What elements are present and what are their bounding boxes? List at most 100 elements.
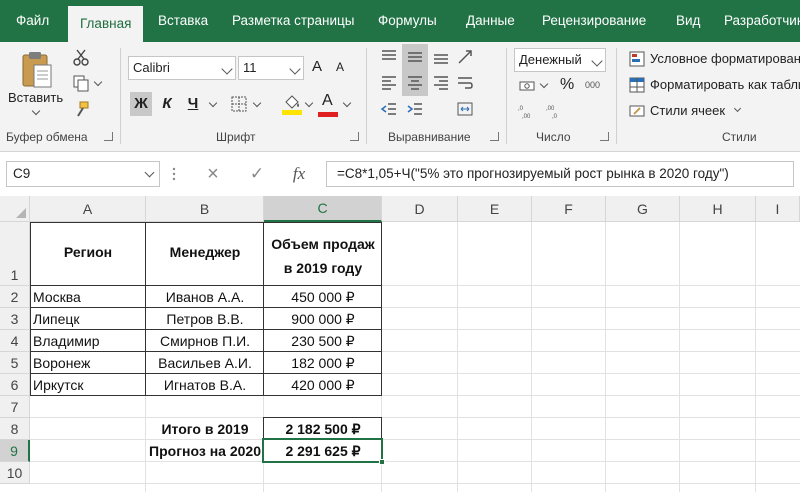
underline-dropdown-icon[interactable] bbox=[208, 98, 218, 108]
cut-icon[interactable] bbox=[72, 48, 90, 66]
formula-bar-grip-icon[interactable] bbox=[172, 166, 176, 182]
tab-data[interactable]: Данные bbox=[466, 0, 515, 42]
underline-button[interactable]: Ч bbox=[182, 92, 204, 116]
fill-color-dropdown-icon[interactable] bbox=[304, 98, 314, 108]
align-bottom-icon[interactable] bbox=[432, 48, 450, 66]
format-as-table-label[interactable]: Форматировать как таблицу bbox=[650, 77, 800, 92]
row-header-10[interactable]: 10 bbox=[0, 462, 30, 484]
cell-a6[interactable]: Иркутск bbox=[33, 377, 84, 393]
cell-c3[interactable]: 900 000 ₽ bbox=[264, 311, 382, 328]
column-header-f[interactable]: F bbox=[532, 196, 606, 222]
name-box[interactable]: C9 bbox=[6, 161, 160, 187]
cell-c5[interactable]: 182 000 ₽ bbox=[264, 355, 382, 372]
align-left-icon[interactable] bbox=[380, 74, 398, 92]
increase-indent-icon[interactable] bbox=[406, 100, 424, 118]
formula-input[interactable]: =C8*1,05+Ч("5% это прогнозируемый рост р… bbox=[326, 161, 794, 187]
increase-decimal-icon[interactable]: ,0,00 bbox=[518, 102, 536, 120]
cell-a5[interactable]: Воронеж bbox=[33, 355, 90, 371]
cell-styles-label[interactable]: Стили ячеек bbox=[650, 103, 725, 118]
align-top-icon[interactable] bbox=[380, 48, 398, 66]
align-right-icon[interactable] bbox=[432, 74, 450, 92]
borders-dropdown-icon[interactable] bbox=[252, 98, 262, 108]
cell-b4[interactable]: Смирнов П.И. bbox=[146, 333, 264, 349]
column-header-b[interactable]: B bbox=[146, 196, 264, 222]
row-header-2[interactable]: 2 bbox=[0, 286, 30, 308]
row-header-7[interactable]: 7 bbox=[0, 396, 30, 418]
decrease-indent-icon[interactable] bbox=[380, 100, 398, 118]
currency-dropdown-icon[interactable] bbox=[539, 79, 549, 89]
tab-view[interactable]: Вид bbox=[676, 0, 700, 42]
cell-a3[interactable]: Липецк bbox=[33, 311, 80, 327]
number-launcher-icon[interactable] bbox=[600, 132, 609, 141]
paste-dropdown-icon[interactable] bbox=[31, 106, 41, 116]
tab-insert[interactable]: Вставка bbox=[158, 0, 208, 42]
cell-b6[interactable]: Игнатов В.А. bbox=[146, 377, 264, 393]
paste-icon[interactable] bbox=[20, 50, 54, 90]
row-header-8[interactable]: 8 bbox=[0, 418, 30, 440]
number-format-combo[interactable]: Денежный bbox=[514, 48, 606, 72]
tab-page-layout[interactable]: Разметка страницы bbox=[232, 0, 354, 42]
worksheet-grid[interactable]: A B C D E F G H I 1 2 3 4 5 6 7 8 9 10 Р… bbox=[0, 196, 800, 492]
fill-handle[interactable] bbox=[379, 459, 385, 465]
column-header-a[interactable]: A bbox=[30, 196, 146, 222]
cell-a4[interactable]: Владимир bbox=[33, 333, 100, 349]
decrease-decimal-icon[interactable]: ,00,0 bbox=[546, 102, 564, 120]
active-cell-selection[interactable] bbox=[262, 438, 383, 463]
format-painter-icon[interactable] bbox=[72, 100, 90, 118]
tab-developer[interactable]: Разработчик bbox=[724, 0, 800, 42]
select-all-corner[interactable] bbox=[0, 196, 30, 222]
cell-styles-dropdown-icon[interactable] bbox=[733, 104, 742, 113]
cell-c2[interactable]: 450 000 ₽ bbox=[264, 289, 382, 306]
cancel-formula-icon[interactable]: × bbox=[200, 162, 226, 186]
insert-function-button[interactable]: fx bbox=[286, 162, 312, 186]
wrap-text-icon[interactable] bbox=[456, 74, 474, 92]
orientation-icon[interactable] bbox=[456, 48, 474, 66]
font-size-combo[interactable]: 11 bbox=[238, 56, 304, 80]
percent-button[interactable]: % bbox=[560, 76, 574, 94]
cell-c4[interactable]: 230 500 ₽ bbox=[264, 333, 382, 350]
copy-dropdown-icon[interactable] bbox=[93, 77, 103, 87]
font-name-combo[interactable]: Calibri bbox=[128, 56, 236, 80]
tab-formulas[interactable]: Формулы bbox=[378, 0, 437, 42]
italic-button[interactable]: К bbox=[156, 92, 178, 116]
column-header-c[interactable]: C bbox=[264, 196, 382, 222]
fill-color-icon[interactable] bbox=[282, 92, 302, 116]
row-header-4[interactable]: 4 bbox=[0, 330, 30, 352]
bold-button[interactable]: Ж bbox=[130, 92, 152, 116]
cell-c8[interactable]: 2 182 500 ₽ bbox=[264, 421, 382, 438]
column-header-d[interactable]: D bbox=[382, 196, 458, 222]
row-header-9[interactable]: 9 bbox=[0, 440, 30, 462]
column-header-e[interactable]: E bbox=[458, 196, 532, 222]
cell-a2[interactable]: Москва bbox=[33, 289, 81, 305]
font-color-dropdown-icon[interactable] bbox=[342, 98, 352, 108]
tab-review[interactable]: Рецензирование bbox=[542, 0, 646, 42]
alignment-launcher-icon[interactable] bbox=[490, 132, 499, 141]
row-header-5[interactable]: 5 bbox=[0, 352, 30, 374]
column-header-i[interactable]: I bbox=[756, 196, 800, 222]
copy-icon[interactable] bbox=[72, 74, 90, 92]
cell-b1[interactable]: Менеджер bbox=[146, 244, 264, 260]
align-middle-button[interactable] bbox=[402, 44, 428, 70]
merge-center-icon[interactable] bbox=[456, 100, 474, 118]
conditional-formatting-icon[interactable] bbox=[628, 50, 646, 68]
cell-c1[interactable]: Объем продаж в 2019 году bbox=[264, 232, 382, 280]
cell-b3[interactable]: Петров В.В. bbox=[146, 311, 264, 327]
grow-font-button[interactable]: A bbox=[312, 58, 322, 75]
shrink-font-button[interactable]: A bbox=[336, 60, 344, 74]
paste-label[interactable]: Вставить bbox=[8, 90, 63, 105]
column-header-g[interactable]: G bbox=[606, 196, 680, 222]
cell-c6[interactable]: 420 000 ₽ bbox=[264, 377, 382, 394]
row-header-3[interactable]: 3 bbox=[0, 308, 30, 330]
row-header-6[interactable]: 6 bbox=[0, 374, 30, 396]
cell-b9[interactable]: Прогноз на 2020 bbox=[146, 443, 263, 459]
cell-b5[interactable]: Васильев А.И. bbox=[146, 355, 264, 371]
conditional-formatting-label[interactable]: Условное форматирование bbox=[650, 51, 800, 66]
format-as-table-icon[interactable] bbox=[628, 76, 646, 94]
font-launcher-icon[interactable] bbox=[350, 132, 359, 141]
font-color-button[interactable]: A bbox=[322, 92, 333, 110]
borders-icon[interactable] bbox=[230, 95, 248, 113]
column-header-h[interactable]: H bbox=[680, 196, 756, 222]
currency-format-icon[interactable] bbox=[518, 77, 536, 95]
cell-styles-icon[interactable] bbox=[628, 102, 646, 120]
clipboard-launcher-icon[interactable] bbox=[104, 132, 113, 141]
